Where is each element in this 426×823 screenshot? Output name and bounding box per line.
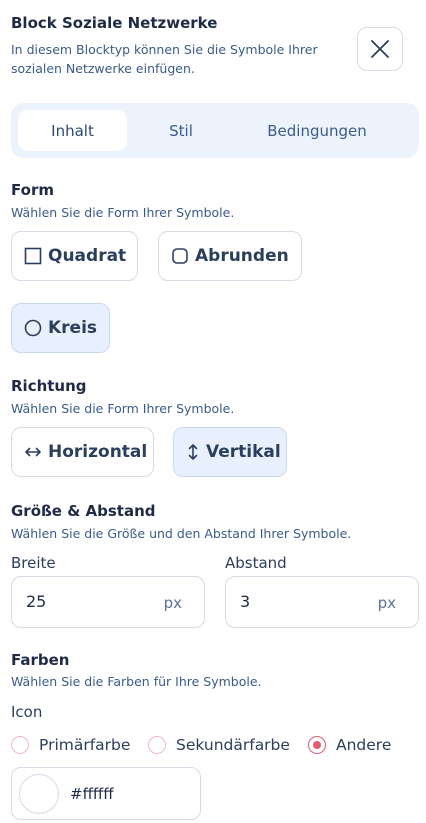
panel-title: Block Soziale Netzwerke	[11, 14, 218, 32]
gap-input[interactable]: 3 px	[225, 576, 419, 628]
direction-option-vertical[interactable]: Vertikal	[173, 427, 287, 477]
form-section-desc: Wählen Sie die Form Ihrer Symbole.	[11, 205, 235, 220]
custom-color-field[interactable]: #ffffff	[11, 767, 201, 820]
shape-option-circle[interactable]: Kreis	[11, 303, 110, 353]
shape-option-rounded[interactable]: Abrunden	[158, 231, 302, 281]
color-swatch[interactable]	[19, 774, 59, 814]
gap-value: 3	[240, 592, 251, 611]
close-button[interactable]	[357, 27, 403, 71]
radio-primary-color[interactable]: Primärfarbe	[11, 736, 130, 754]
radio-label: Sekundärfarbe	[176, 736, 290, 754]
tab-bar: Inhalt Stil Bedingungen	[11, 103, 419, 158]
square-icon	[24, 247, 42, 265]
panel-subtitle: In diesem Blocktyp können Sie die Symbol…	[11, 42, 318, 76]
rounded-square-icon	[171, 247, 189, 265]
gap-unit: px	[377, 594, 396, 612]
radio-label: Andere	[336, 736, 392, 754]
width-label: Breite	[11, 554, 56, 572]
direction-option-label: Vertikal	[206, 442, 281, 462]
colors-section-title: Farben	[11, 651, 70, 669]
shape-option-label: Abrunden	[195, 246, 289, 266]
width-input[interactable]: 25 px	[11, 576, 205, 628]
gap-label: Abstand	[225, 554, 287, 572]
vertical-arrows-icon	[186, 443, 200, 461]
tab-bedingungen[interactable]: Bedingungen	[237, 110, 397, 151]
width-unit: px	[163, 594, 182, 612]
color-hex-value[interactable]: #ffffff	[70, 785, 114, 803]
size-section-desc: Wählen Sie die Größe und den Abstand Ihr…	[11, 526, 352, 541]
direction-section-desc: Wählen Sie die Form Ihrer Symbole.	[11, 401, 235, 416]
colors-section-desc: Wählen Sie die Farben für Ihre Symbole.	[11, 674, 262, 689]
width-value: 25	[26, 592, 47, 611]
direction-option-horizontal[interactable]: Horizontal	[11, 427, 154, 477]
tab-inhalt[interactable]: Inhalt	[18, 110, 127, 151]
close-icon	[371, 40, 389, 58]
radio-secondary-color[interactable]: Sekundärfarbe	[148, 736, 290, 754]
direction-option-label: Horizontal	[48, 442, 148, 462]
form-section-title: Form	[11, 181, 54, 199]
radio-label: Primärfarbe	[39, 736, 131, 754]
shape-option-label: Kreis	[48, 318, 98, 338]
radio-circle-checked[interactable]	[308, 736, 326, 754]
horizontal-arrows-icon	[24, 443, 42, 461]
circle-icon	[24, 319, 42, 337]
radio-circle[interactable]	[148, 736, 166, 754]
size-section-title: Größe & Abstand	[11, 502, 156, 520]
shape-option-label: Quadrat	[48, 246, 127, 266]
icon-color-label: Icon	[11, 703, 43, 721]
radio-circle[interactable]	[11, 736, 29, 754]
tab-stil[interactable]: Stil	[133, 110, 229, 151]
shape-option-square[interactable]: Quadrat	[11, 231, 138, 281]
radio-other-color[interactable]: Andere	[308, 736, 391, 754]
direction-section-title: Richtung	[11, 377, 87, 395]
